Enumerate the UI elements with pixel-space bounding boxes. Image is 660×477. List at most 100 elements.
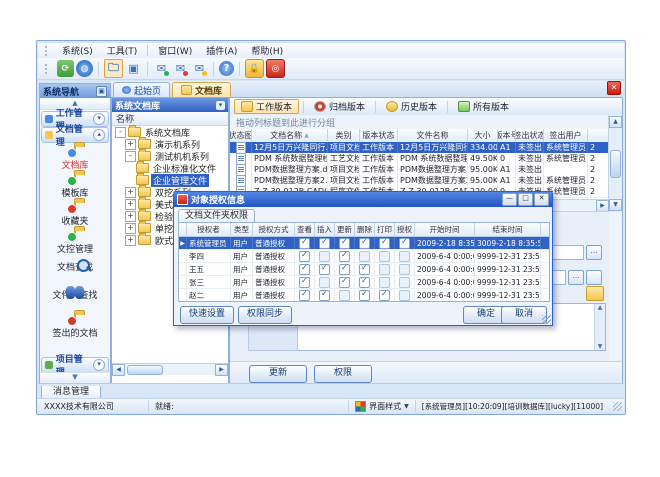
grid-vertical-scrollbar[interactable]: ▲ ▼: [608, 115, 622, 212]
view-checkbox[interactable]: [299, 290, 310, 301]
help-icon[interactable]: ?: [219, 61, 234, 76]
print-checkbox[interactable]: [379, 238, 390, 249]
browse-button[interactable]: …: [586, 245, 602, 260]
col-insert[interactable]: 插入: [315, 223, 335, 236]
sidebar-item-template-library[interactable]: 模板库: [40, 174, 110, 199]
sidebar-item-folder-search[interactable]: 文件夹查找: [40, 286, 110, 301]
scroll-left-icon[interactable]: ◀: [112, 364, 125, 376]
sidebar-item-favorites[interactable]: 收藏夹: [40, 202, 110, 227]
sidebar-scroll-down[interactable]: ▼: [40, 372, 110, 383]
mail-alert-icon[interactable]: ✉: [172, 60, 189, 77]
globe-icon[interactable]: ◍: [76, 60, 93, 77]
col-grant-mode[interactable]: 授权方式: [253, 223, 295, 236]
grant-checkbox[interactable]: [399, 277, 410, 288]
update-checkbox[interactable]: [339, 277, 350, 288]
archive-version-button[interactable]: 归档版本: [308, 100, 371, 113]
permission-row[interactable]: 赵二用户 普通授权 2009-6-4 0:00:009999-12-31 23:…: [179, 289, 549, 302]
close-button[interactable]: ✕: [534, 193, 549, 206]
resize-grip[interactable]: [613, 402, 622, 411]
view-checkbox[interactable]: [299, 238, 310, 249]
delete-checkbox[interactable]: [359, 238, 370, 249]
grant-checkbox[interactable]: [399, 290, 410, 301]
work-version-button[interactable]: 工作版本: [234, 99, 299, 114]
drag-handle[interactable]: [45, 64, 51, 74]
all-version-button[interactable]: 所有版本: [452, 100, 515, 113]
chevron-down-icon[interactable]: ▾: [93, 113, 105, 125]
dialog-resize-grip[interactable]: [542, 315, 551, 324]
sidebar-item-doc-library[interactable]: 文档库: [40, 146, 110, 171]
expander-icon[interactable]: +: [125, 211, 136, 222]
monitor-icon[interactable]: ▣: [125, 60, 142, 77]
permission-sync-button[interactable]: 权限同步: [238, 306, 292, 324]
permission-button[interactable]: 权限: [314, 365, 372, 383]
view-checkbox[interactable]: [299, 264, 310, 275]
update-button[interactable]: 更新: [249, 365, 307, 383]
tab-start-page[interactable]: 起始页: [113, 82, 170, 97]
scrollbar-thumb[interactable]: [610, 150, 621, 178]
grant-checkbox[interactable]: [399, 251, 410, 262]
insert-checkbox[interactable]: [319, 238, 330, 249]
expander-icon[interactable]: +: [125, 223, 136, 234]
insert-checkbox[interactable]: [319, 277, 330, 288]
expander-icon[interactable]: -: [125, 151, 136, 162]
expander-icon[interactable]: +: [125, 235, 136, 246]
insert-checkbox[interactable]: [319, 290, 330, 301]
expander-icon[interactable]: +: [125, 199, 136, 210]
sidebar-item-doc-control[interactable]: 文控管理: [40, 230, 110, 255]
tree-node[interactable]: 企业标准化文件: [136, 162, 218, 174]
browse-button[interactable]: …: [568, 270, 584, 285]
view-checkbox[interactable]: [299, 277, 310, 288]
col-grantee[interactable]: 授权者: [187, 223, 231, 236]
menu-plugins[interactable]: 插件(A): [199, 43, 244, 58]
cancel-button[interactable]: 取消: [501, 306, 547, 324]
permission-row[interactable]: 张三用户 普通授权 2009-6-4 0:00:009999-12-31 23:…: [179, 276, 549, 289]
quick-setup-button[interactable]: 快速设置: [180, 306, 234, 324]
sidebar-section-project[interactable]: 项目管理 ▾: [41, 357, 109, 373]
update-checkbox[interactable]: [339, 238, 350, 249]
chevron-down-icon[interactable]: ▾: [93, 359, 105, 371]
col-category[interactable]: 类别: [328, 129, 360, 142]
menu-help[interactable]: 帮助(H): [244, 43, 290, 58]
sidebar-section-doc[interactable]: 文档管理 ▴: [41, 127, 109, 143]
sync-icon[interactable]: ⟳: [57, 60, 74, 77]
col-delete[interactable]: 删除: [355, 223, 375, 236]
update-checkbox[interactable]: [339, 264, 350, 275]
power-icon[interactable]: ◎: [266, 59, 285, 78]
col-version-state[interactable]: 版本状态: [360, 129, 398, 142]
print-checkbox[interactable]: [379, 264, 390, 275]
ui-style-dropdown[interactable]: 界面样式 ▼: [349, 400, 416, 412]
print-checkbox[interactable]: [379, 251, 390, 262]
scroll-down-icon[interactable]: ▼: [609, 199, 622, 211]
col-type[interactable]: 类型: [231, 223, 253, 236]
tree-column-header[interactable]: 名称: [112, 112, 228, 126]
mail-group-icon[interactable]: ✉: [191, 60, 208, 77]
menu-window[interactable]: 窗口(W): [151, 43, 199, 58]
tab-doc-library[interactable]: 文档库: [172, 82, 231, 97]
expander-icon[interactable]: -: [115, 127, 126, 138]
insert-checkbox[interactable]: [319, 251, 330, 262]
expander-icon[interactable]: +: [125, 187, 136, 198]
sidebar-item-checked-out[interactable]: 签出的文档: [40, 314, 110, 339]
col-file-name[interactable]: 文件名称: [398, 129, 468, 142]
tree-node[interactable]: + 演示机系列: [125, 138, 202, 150]
pin-icon[interactable]: ▾: [216, 101, 225, 110]
dialog-title-bar[interactable]: 对象授权信息 — □ ✕: [174, 192, 552, 207]
maximize-button[interactable]: □: [518, 193, 533, 206]
print-checkbox[interactable]: [379, 277, 390, 288]
view-checkbox[interactable]: [299, 251, 310, 262]
scroll-up-icon[interactable]: ▲: [609, 116, 622, 128]
col-version-no[interactable]: 版本号: [498, 129, 516, 142]
col-end-time[interactable]: 结束时间: [475, 223, 541, 236]
delete-checkbox[interactable]: [359, 277, 370, 288]
col-size[interactable]: 大小: [468, 129, 498, 142]
history-version-button[interactable]: 历史版本: [380, 100, 443, 113]
col-update[interactable]: 更新: [335, 223, 355, 236]
col-status-icon[interactable]: 状态图: [230, 129, 252, 142]
expander-icon[interactable]: +: [125, 139, 136, 150]
lock-icon[interactable]: 🔒: [245, 59, 264, 78]
clear-button[interactable]: [586, 270, 602, 285]
close-tab-button[interactable]: ✕: [607, 81, 621, 95]
chevron-up-icon[interactable]: ▴: [93, 129, 105, 141]
drag-handle[interactable]: [45, 46, 51, 56]
panel-options-icon[interactable]: ▣: [96, 86, 107, 97]
